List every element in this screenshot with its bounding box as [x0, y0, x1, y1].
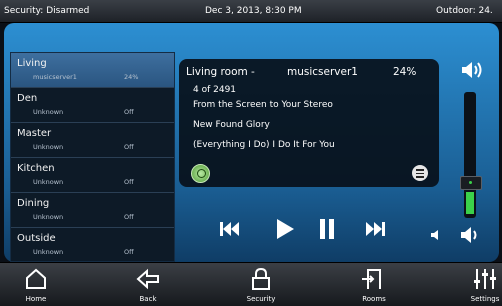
room-source: Unknown [33, 108, 64, 116]
home-icon [26, 268, 46, 289]
volume-slider[interactable] [460, 92, 482, 218]
nav-settings[interactable]: Settings [455, 263, 502, 306]
room-name: Kitchen [17, 163, 55, 174]
nav-label: Rooms [362, 295, 386, 303]
nav-home[interactable]: Home [6, 263, 66, 306]
room-volume: Off [124, 143, 134, 151]
room-volume: Off [124, 213, 134, 221]
room-name: Dining [17, 198, 50, 209]
artist-name: New Found Glory [193, 120, 270, 130]
room-name: Master [17, 128, 52, 139]
room-name: Outside [17, 233, 56, 244]
room-source: Unknown [33, 143, 64, 151]
room-source: Unknown [33, 248, 64, 256]
volume-slider-fill [466, 192, 474, 214]
room-item-den[interactable]: Den Unknown Off [11, 88, 174, 123]
lock-icon [252, 267, 270, 290]
nav-label: Home [25, 295, 47, 303]
volume-down-icon[interactable] [430, 229, 442, 241]
nav-label: Back [139, 295, 157, 303]
nav-label: Settings [470, 295, 500, 303]
player-source: musicserver1 [287, 66, 358, 78]
sliders-icon [474, 269, 496, 289]
room-source: musicserver1 [33, 73, 77, 81]
status-bar: Security: Disarmed Dec 3, 2013, 8:30 PM … [0, 0, 502, 23]
nav-label: Security [246, 295, 276, 303]
back-arrow-icon [136, 268, 159, 290]
security-status: Security: Disarmed [4, 6, 90, 16]
outdoor-temperature: Outdoor: 24. [436, 6, 493, 16]
room-volume: Off [124, 248, 134, 256]
room-source: Unknown [33, 213, 64, 221]
track-position: 4 of 2491 [193, 85, 237, 95]
track-title: (Everything I Do) I Do It For You [193, 140, 335, 150]
menu-button[interactable] [412, 165, 428, 181]
volume-up-icon[interactable] [461, 60, 485, 80]
room-item-dining[interactable]: Dining Unknown Off [11, 193, 174, 228]
player-volume: 24% [393, 66, 417, 78]
album-name: From the Screen to Your Stereo [193, 100, 333, 110]
player-room: Living room - [186, 66, 255, 78]
room-volume: Off [124, 178, 134, 186]
pause-button[interactable] [320, 219, 334, 239]
door-icon [362, 269, 381, 289]
room-item-outside[interactable]: Outside Unknown Off [11, 228, 174, 261]
room-volume: Off [124, 108, 134, 116]
room-list: Living musicserver1 24% Den Unknown Off … [10, 52, 175, 262]
room-item-master[interactable]: Master Unknown Off [11, 123, 174, 158]
date-time: Dec 3, 2013, 8:30 PM [205, 6, 302, 16]
nav-back[interactable]: Back [118, 263, 178, 306]
power-button[interactable] [191, 164, 210, 183]
volume-speaker-icon[interactable] [460, 225, 482, 245]
room-name: Living [17, 58, 47, 69]
nav-security[interactable]: Security [231, 263, 291, 306]
room-item-living[interactable]: Living musicserver1 24% [11, 53, 174, 88]
nav-rooms[interactable]: Rooms [344, 263, 404, 306]
room-name: Den [17, 93, 38, 104]
bottom-nav: Home Back Security Rooms Settings [0, 262, 502, 306]
room-volume: 24% [124, 73, 139, 81]
now-playing-panel: Living room - musicserver1 24% 4 of 2491… [179, 59, 439, 187]
previous-track-button[interactable] [220, 221, 240, 237]
room-source: Unknown [33, 178, 64, 186]
volume-slider-handle[interactable] [460, 176, 482, 190]
play-button[interactable] [276, 219, 294, 239]
next-track-button[interactable] [366, 221, 386, 237]
room-item-kitchen[interactable]: Kitchen Unknown Off [11, 158, 174, 193]
